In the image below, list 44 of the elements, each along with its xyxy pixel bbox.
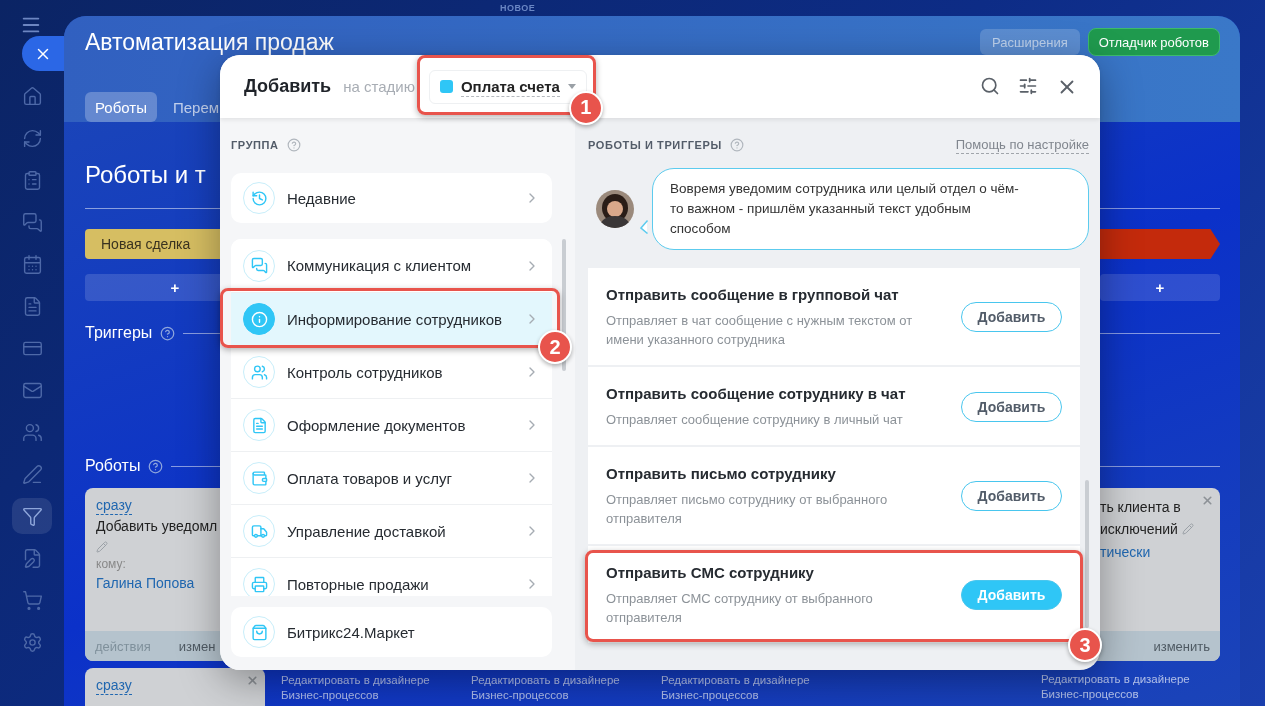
add-button[interactable]: Добавить (961, 302, 1062, 332)
recipient-link[interactable]: тически (1100, 544, 1151, 560)
robot-title: Отправить сообщение в групповой чат (606, 285, 900, 305)
robot-title: Отправить письмо сотруднику (606, 464, 837, 484)
dialog-title: Добавить (244, 76, 332, 97)
robots-label: Роботы (85, 457, 141, 475)
add-button[interactable]: Добавить (961, 391, 1062, 422)
robot-description: Отправляет письмо сотруднику от выбранного отправителя (606, 491, 889, 528)
robot-title: Отправить СМС сотруднику (606, 563, 815, 583)
timing-link[interactable]: сразу (96, 496, 132, 515)
robot-description: Отправляет сообщение сотруднику в личный чат (606, 411, 904, 429)
timing-link[interactable]: сразу (96, 676, 132, 695)
robot-title: ть клиента в (1100, 498, 1181, 517)
help-link[interactable]: Помощь по настройке (955, 136, 1089, 154)
add-button[interactable]: + (1100, 274, 1220, 301)
add-button[interactable]: Добавить (961, 481, 1062, 511)
robots-heading: РОБОТЫ И ТРИГГЕРЫ (588, 139, 722, 151)
group-heading: ГРУППА (231, 139, 279, 151)
hint-bubble: Вовремя уведомим сотрудника или целый отдел о чём-то важном - пришлём указанный текст удобным способом (652, 168, 1089, 250)
page-title: Автоматизация продаж (85, 28, 334, 56)
robot-description: Отправляет в чат сообщение с нужным текстом от имени указанного сотрудника (606, 312, 914, 349)
tab[interactable]: Перем (162, 92, 230, 122)
robot-description: Отправляет СМС сотруднику от выбранного отправителя (606, 590, 874, 627)
edit-link[interactable]: изменить (1153, 638, 1210, 654)
recipient-label: кому: (96, 557, 126, 571)
new-label: НОВОЕ (500, 3, 536, 13)
tab[interactable]: Роботы (85, 92, 157, 122)
market-item[interactable]: Битрикс24.Маркет (231, 607, 552, 657)
section-heading: Роботы и т (85, 160, 206, 190)
designer-link[interactable]: Редактировать в дизайнере Бизнес-процессов (1035, 668, 1220, 702)
designer-link[interactable]: Редактировать в дизайнере Бизнес-процессов (655, 669, 835, 703)
robot-title: исключений (1100, 520, 1178, 539)
recipient-link[interactable]: Галина Попова (96, 575, 195, 591)
edit-link[interactable]: измен (178, 638, 216, 654)
designer-link[interactable]: Редактировать в дизайнере Бизнес-процессов (275, 669, 455, 703)
debugger-button[interactable]: Отладчик роботов (1087, 28, 1220, 56)
robot-title: Добавить уведомл (96, 517, 218, 536)
group-item[interactable]: Повторные продажи (231, 557, 552, 596)
robot-title: Отправить сообщение сотруднику в чат (606, 384, 907, 404)
stage-prefix: на стадию (343, 78, 415, 95)
triggers-label: Триггеры (85, 324, 153, 342)
designer-link[interactable]: Редактировать в дизайнере Бизнес-процессов (465, 669, 645, 703)
group-item[interactable]: Недавние (231, 173, 552, 223)
callout-badge: 3 (1068, 628, 1102, 662)
